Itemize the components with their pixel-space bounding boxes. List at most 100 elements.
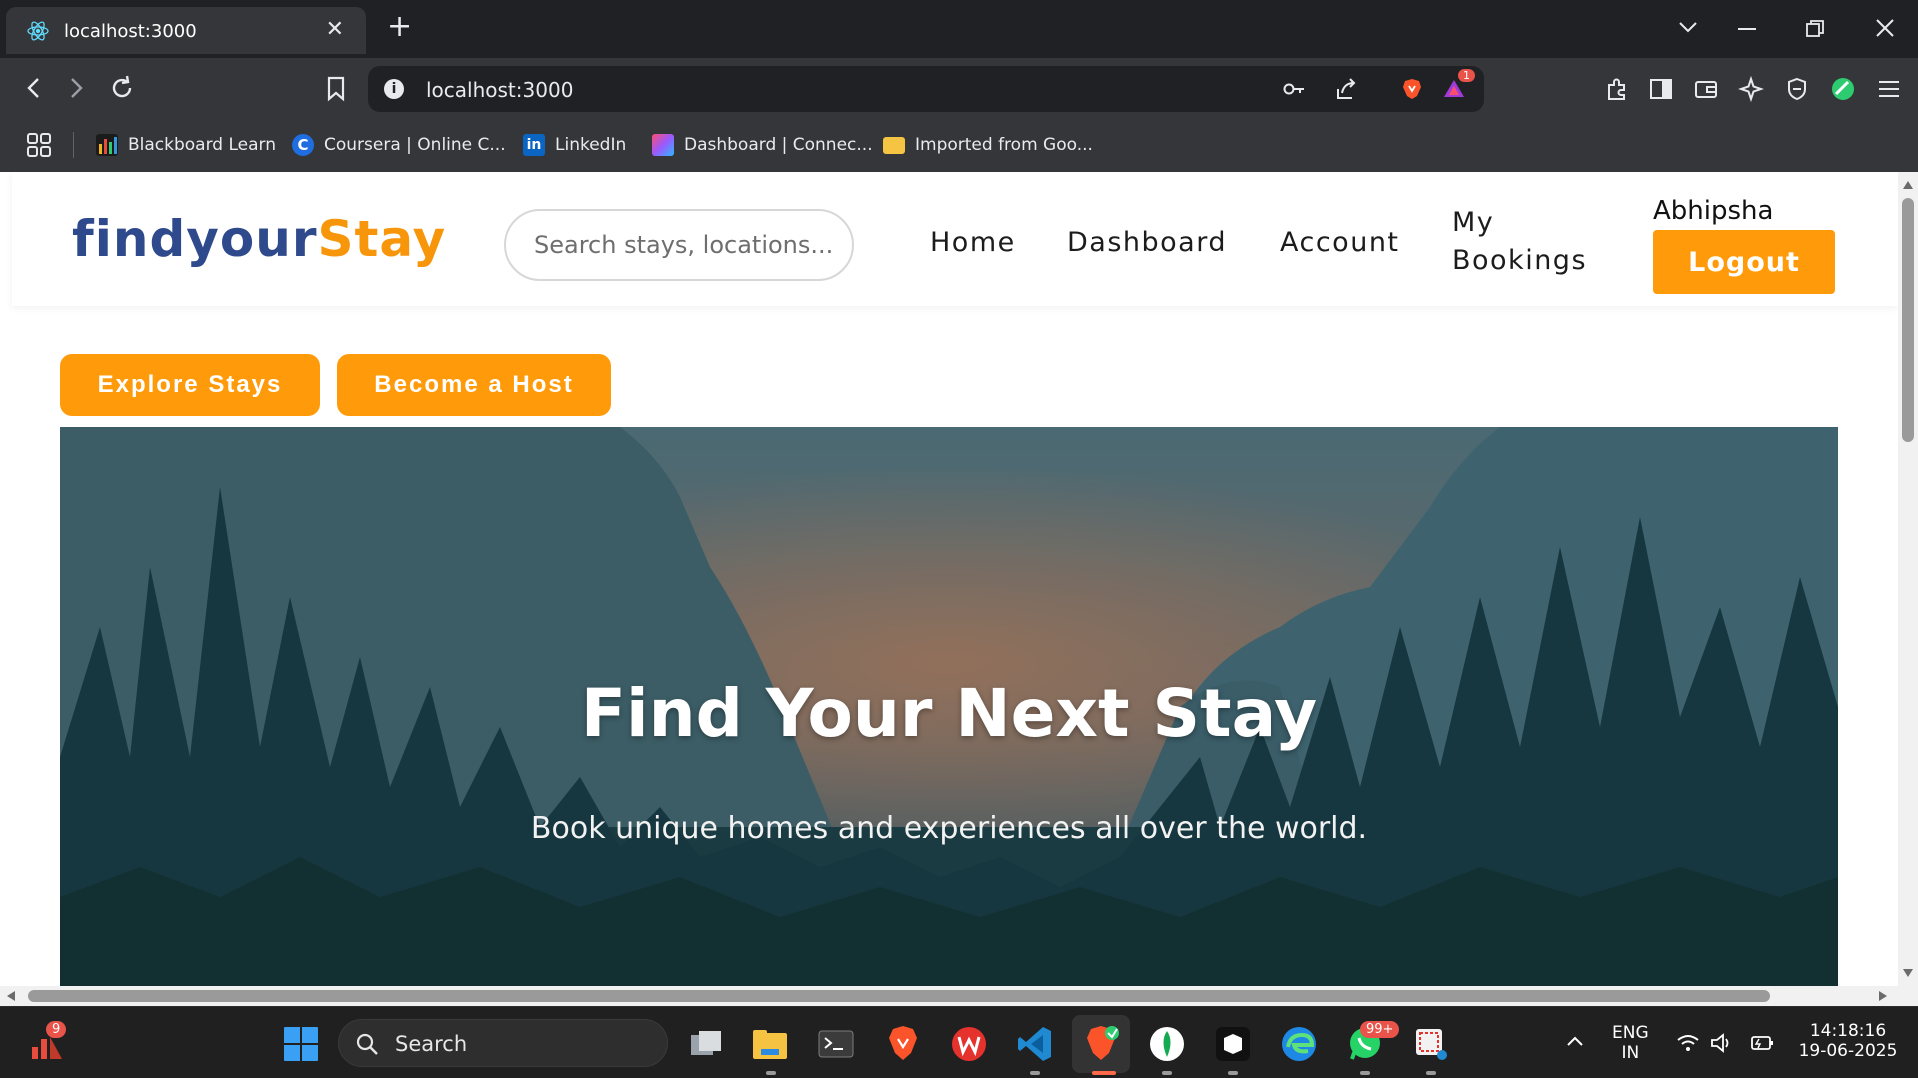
bookmark-coursera[interactable]: C Coursera | Online C... [292,132,506,158]
address-url[interactable]: localhost:3000 [426,78,573,102]
taskbar-search-label: Search [395,1032,468,1056]
wifi-icon[interactable] [1676,1033,1700,1053]
running-indicator [766,1071,776,1075]
coursera-icon: C [292,134,314,156]
search-icon [356,1033,378,1055]
browser-tab[interactable]: localhost:3000 ✕ [6,7,366,54]
sidebar-icon[interactable] [1648,76,1674,102]
browser-tab-strip: localhost:3000 ✕ + [0,0,1918,58]
battery-icon[interactable] [1748,1035,1774,1051]
language-line: IN [1621,1043,1640,1063]
forward-icon[interactable] [62,74,90,102]
windows-start-icon[interactable] [282,1025,320,1063]
horizontal-scroll-thumb[interactable] [28,990,1770,1002]
share-icon[interactable] [1334,77,1358,101]
bookmark-label: Coursera | Online C... [324,135,506,155]
scroll-down-arrow-icon[interactable] [1902,968,1914,978]
language-indicator[interactable]: ENG IN [1612,1023,1649,1063]
bookmark-label: Dashboard | Connec... [684,135,873,155]
leo-ai-icon[interactable] [1738,76,1764,102]
bookmark-blackboard[interactable]: Blackboard Learn [96,132,276,158]
clock-date: 19-06-2025 [1798,1041,1898,1061]
running-indicator [1228,1071,1238,1075]
wallet-icon[interactable] [1693,76,1719,102]
nav-link-dashboard[interactable]: Dashboard [1067,224,1227,262]
tray-chevron-up-icon[interactable] [1566,1035,1584,1047]
search-input[interactable] [504,209,854,281]
window-close-icon[interactable] [1876,19,1894,37]
reload-icon[interactable] [108,74,136,102]
tab-close-icon[interactable]: ✕ [326,17,344,42]
taskbar-search-box[interactable]: Search [338,1019,668,1067]
snipping-tool-icon[interactable] [1412,1025,1450,1063]
bookmark-label: Blackboard Learn [128,135,277,155]
nav-link-label: My [1452,207,1495,238]
logo-part-stay: Stay [317,210,447,268]
profile-avatar-icon[interactable] [1830,76,1856,102]
horizontal-scrollbar[interactable] [0,986,1918,1006]
apps-grid-icon[interactable] [26,132,52,158]
vscode-icon[interactable] [1016,1025,1054,1063]
windows-taskbar: 9 Search 99+ ENG IN 14:18:16 19-06-2025 [0,1006,1918,1078]
new-tab-icon[interactable]: + [387,12,412,42]
vertical-scroll-thumb[interactable] [1902,198,1914,442]
hero-banner: Find Your Next Stay Book unique homes an… [60,427,1838,986]
bookmarks-bar: Blackboard Learn C Coursera | Online C..… [0,118,1918,172]
bookmark-label: Imported from Goo... [915,135,1093,155]
notification-badge: 1 [1458,69,1475,82]
bookmark-linkedin[interactable]: in LinkedIn [523,132,626,158]
minimize-icon[interactable] [1738,28,1756,32]
menu-icon[interactable] [1876,76,1902,102]
edge-icon[interactable] [1280,1025,1318,1063]
logout-button[interactable]: Logout [1653,230,1835,294]
clock-time: 14:18:16 [1809,1021,1887,1041]
hero-title: Find Your Next Stay [580,675,1318,752]
terminal-icon[interactable] [817,1025,855,1063]
linkedin-icon: in [523,134,545,156]
vertical-scrollbar[interactable] [1898,172,1918,986]
mongodb-compass-icon[interactable] [1148,1025,1186,1063]
volume-icon[interactable] [1710,1033,1734,1053]
site-logo[interactable]: findyourStay [72,210,446,268]
task-view-icon[interactable] [687,1025,725,1063]
scroll-up-arrow-icon[interactable] [1902,180,1914,190]
restore-icon[interactable] [1806,20,1824,38]
nav-link-home[interactable]: Home [930,224,1016,262]
active-indicator [1092,1071,1116,1075]
whatsapp-badge: 99+ [1360,1021,1400,1038]
nav-link-label: Bookings [1452,245,1588,276]
system-clock[interactable]: 14:18:16 19-06-2025 [1796,1021,1900,1061]
site-info-icon[interactable]: i [384,79,404,99]
become-host-button[interactable]: Become a Host [337,354,611,416]
running-indicator [1360,1071,1370,1075]
page-viewport: findyourStay Home Dashboard Account My B… [0,172,1898,986]
nav-link-my-bookings[interactable]: My Bookings [1452,204,1587,280]
wps-office-icon[interactable] [950,1025,988,1063]
bookmark-icon[interactable] [322,74,350,102]
bookmarks-divider [73,132,74,158]
app-box-icon[interactable] [1214,1025,1252,1063]
running-indicator [1030,1071,1040,1075]
bookmark-imported-folder[interactable]: Imported from Goo... [883,132,1093,158]
nav-link-account[interactable]: Account [1280,224,1400,262]
hero-subtitle: Book unique homes and experiences all ov… [530,811,1368,846]
extensions-puzzle-icon[interactable] [1604,76,1630,102]
browser-toolbar: i localhost:3000 1 [0,58,1918,118]
scroll-left-arrow-icon[interactable] [6,990,16,1002]
brave-browser-icon[interactable] [884,1025,922,1063]
address-bar[interactable]: i localhost:3000 1 [368,66,1484,112]
blackboard-icon [96,134,118,156]
password-key-icon[interactable] [1282,77,1306,101]
tab-search-chevron-icon[interactable] [1678,20,1698,34]
scroll-right-arrow-icon[interactable] [1878,990,1888,1002]
react-icon [27,21,49,41]
explore-stays-button[interactable]: Explore Stays [60,354,320,416]
vpn-shield-icon[interactable] [1784,76,1810,102]
logo-part-findyour: findyour [72,210,318,268]
username-label: Abhipsha [1653,196,1774,226]
brave-shields-icon[interactable] [1400,77,1424,101]
file-explorer-icon[interactable] [751,1025,789,1063]
brave-active-icon[interactable] [1082,1025,1120,1063]
bookmark-dashboard[interactable]: Dashboard | Connec... [652,132,873,158]
back-icon[interactable] [20,74,48,102]
